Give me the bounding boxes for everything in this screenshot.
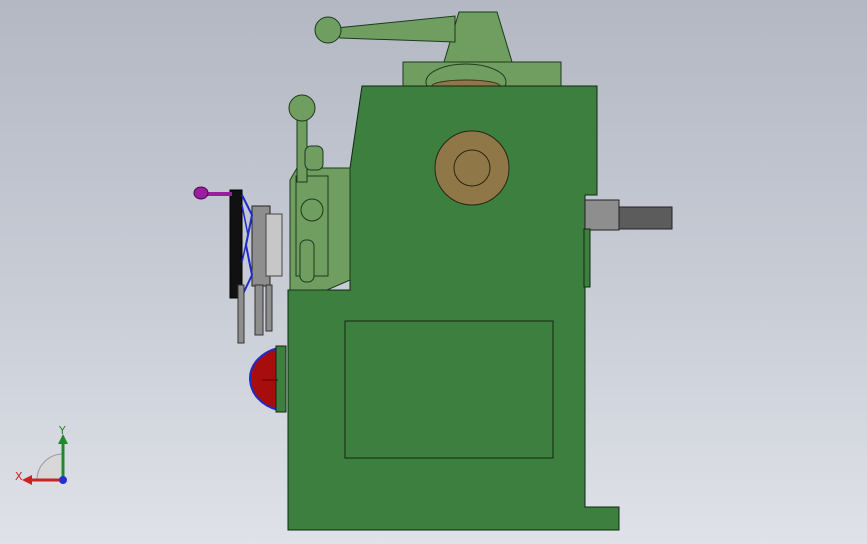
3d-viewport[interactable]: X Y — [0, 0, 867, 544]
red-dome-base — [275, 345, 287, 413]
handwheel-disc — [265, 213, 283, 277]
top-handle-knob — [314, 16, 342, 44]
top-handle-arm — [335, 15, 456, 43]
magenta-handle-knob[interactable] — [193, 186, 209, 200]
spindle-bore-inner — [453, 149, 491, 187]
gearbox-knob — [300, 198, 324, 222]
z-axis-dot — [59, 476, 67, 484]
shaft-collar — [583, 228, 591, 288]
axis-triad: X Y — [15, 424, 68, 485]
handwheel-rod-2 — [254, 284, 264, 336]
x-axis-label: X — [15, 470, 23, 483]
handwheel-rim[interactable] — [229, 189, 243, 299]
triad-arc — [36, 453, 64, 481]
handwheel-rod-3 — [265, 284, 273, 332]
gearbox-lower-lever — [299, 239, 315, 283]
shaft-gray-block — [584, 199, 620, 231]
handwheel-rod-1 — [237, 284, 245, 344]
red-dome[interactable] — [248, 346, 279, 412]
gearbox-lever-knob[interactable] — [288, 94, 316, 122]
y-axis-label: Y — [58, 424, 66, 437]
x-axis-arrow — [22, 475, 32, 485]
lathe-headstock-model[interactable] — [0, 0, 867, 544]
shaft-dark — [618, 206, 673, 230]
gearbox-lever-stem — [296, 111, 308, 183]
gearbox-lever-grip — [304, 145, 324, 171]
